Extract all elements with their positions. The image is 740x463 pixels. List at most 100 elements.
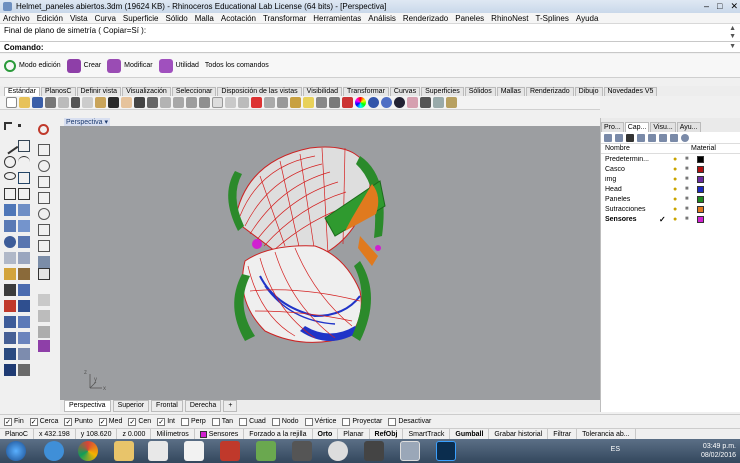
checkbox[interactable] [304,417,313,426]
checkbox[interactable] [211,417,220,426]
layer-color-swatch[interactable] [697,205,704,213]
menu-superficie[interactable]: Superficie [123,14,159,23]
utilidad-button[interactable]: Utilidad [158,58,199,73]
texture-icon[interactable] [407,97,418,108]
osnap-cuad[interactable]: Cuad [239,417,266,426]
arc-icon[interactable] [18,156,30,168]
set-view-icon[interactable] [238,97,249,108]
current-layer-check[interactable]: ✓ [659,215,673,224]
layer-row[interactable]: Predetermin... ● ■ [601,154,740,164]
tab-capas[interactable]: Cap... [624,122,650,132]
tab-definir-vista[interactable]: Definir vista [76,87,122,96]
tab-perspectiva[interactable]: Perspectiva [64,400,111,412]
tsplines-crease-icon[interactable] [38,294,50,306]
cylinder-icon[interactable] [18,236,30,248]
current-layer-status[interactable]: Sensores [195,428,245,440]
new-layer-icon[interactable] [604,133,612,142]
layer-color-swatch[interactable] [697,185,704,193]
checkbox[interactable]: ✓ [157,417,166,426]
system-clock[interactable]: 03:49 p.m. 08/02/2016 [701,442,736,460]
light-icon[interactable] [303,97,314,108]
rotate-icon[interactable] [4,316,16,328]
lock-icon[interactable]: ■ [685,196,693,202]
checkbox[interactable]: ✓ [98,417,107,426]
modificar-button[interactable]: Modificar [107,58,153,73]
app-s-icon[interactable] [292,441,312,461]
move-up-icon[interactable] [637,133,645,142]
properties-icon[interactable] [329,97,340,108]
analyze-icon[interactable] [4,364,16,376]
photoshop-icon[interactable] [436,441,456,461]
checkbox[interactable] [271,417,280,426]
curve-icon[interactable] [18,172,30,184]
layer-color-swatch[interactable] [697,175,704,183]
layer-color-swatch[interactable] [697,155,704,163]
col-material[interactable]: Material [691,145,716,152]
add-viewport-button[interactable]: + [223,400,238,412]
bulb-icon[interactable]: ● [673,186,681,193]
tsplines-bridge-icon[interactable] [38,340,50,352]
lock-icon[interactable]: ■ [685,206,693,212]
box-icon[interactable] [18,220,30,232]
tab-derecha[interactable]: Derecha [184,400,222,412]
tab-transformar[interactable]: Transformar [343,87,389,96]
move-icon[interactable] [18,300,30,312]
layer-icon[interactable] [316,97,327,108]
zoom-window-icon[interactable] [173,97,184,108]
menu-acotacion[interactable]: Acotación [221,14,256,23]
lock-icon[interactable]: ■ [685,186,693,192]
units-status[interactable]: Milímetros [151,428,195,440]
tab-curvas[interactable]: Curvas [389,87,421,96]
tab-superficies[interactable]: Superficies [421,87,464,96]
lock-icon[interactable]: ■ [685,166,693,172]
explorer-icon[interactable] [114,441,134,461]
explode-icon[interactable] [4,300,16,312]
zoom-icon[interactable] [160,97,171,108]
checkbox[interactable]: ✓ [4,417,12,426]
surface-icon[interactable] [4,204,16,216]
help-icon[interactable] [681,133,689,142]
minimize-button[interactable]: – [704,1,709,12]
menu-tsplines[interactable]: T-Splines [536,14,569,23]
cplane-status[interactable]: PlanoC [0,428,34,440]
chrome-icon[interactable] [78,441,98,461]
grid-snap-toggle[interactable]: Forzado a la rejilla [244,428,313,440]
osnap-vértice[interactable]: Vértice [304,417,336,426]
osnap-proyectar[interactable]: Proyectar [342,417,382,426]
menu-renderizado[interactable]: Renderizado [403,14,448,23]
smarttrack-toggle[interactable]: SmartTrack [403,428,451,440]
menu-transformar[interactable]: Transformar [263,14,306,23]
bulb-icon[interactable]: ● [673,206,681,213]
sphere-icon[interactable] [4,236,16,248]
lock-icon[interactable] [290,97,301,108]
menu-herramientas[interactable]: Herramientas [313,14,361,23]
col-name[interactable]: Nombre [605,145,691,152]
environment-icon[interactable] [394,97,405,108]
tab-estandar[interactable]: Estándar [4,87,41,96]
layer-color-swatch[interactable] [697,195,704,203]
layer-row[interactable]: Casco ● ■ [601,164,740,174]
mesh-icon[interactable] [4,252,16,264]
tab-solidos[interactable]: Sólidos [464,87,496,96]
join-icon[interactable] [18,284,30,296]
viewport-title[interactable]: Perspectiva ▾ [64,118,111,126]
polygon-icon[interactable] [18,188,30,200]
tsplines-cylinder-icon[interactable] [38,192,50,204]
print-icon[interactable] [45,97,56,108]
menu-ayuda[interactable]: Ayuda [576,14,599,23]
mirror-icon[interactable] [4,332,16,344]
select-hand-icon[interactable] [121,97,132,108]
import-icon[interactable] [58,97,69,108]
extrude-icon[interactable] [4,220,16,232]
tsplines-torus-icon[interactable] [38,208,50,220]
ellipse-icon[interactable] [4,172,16,180]
bookmark-app-icon[interactable] [184,441,204,461]
osnap-cerca[interactable]: ✓ Cerca [29,417,58,426]
checkbox[interactable] [342,417,351,426]
color-wheel-icon[interactable] [355,97,366,108]
tab-visualizacion[interactable]: Visualización [122,87,171,96]
checkbox[interactable] [239,417,248,426]
rotate-view-icon[interactable] [147,97,158,108]
autocad-icon[interactable] [220,441,240,461]
point-icon[interactable] [18,124,21,127]
